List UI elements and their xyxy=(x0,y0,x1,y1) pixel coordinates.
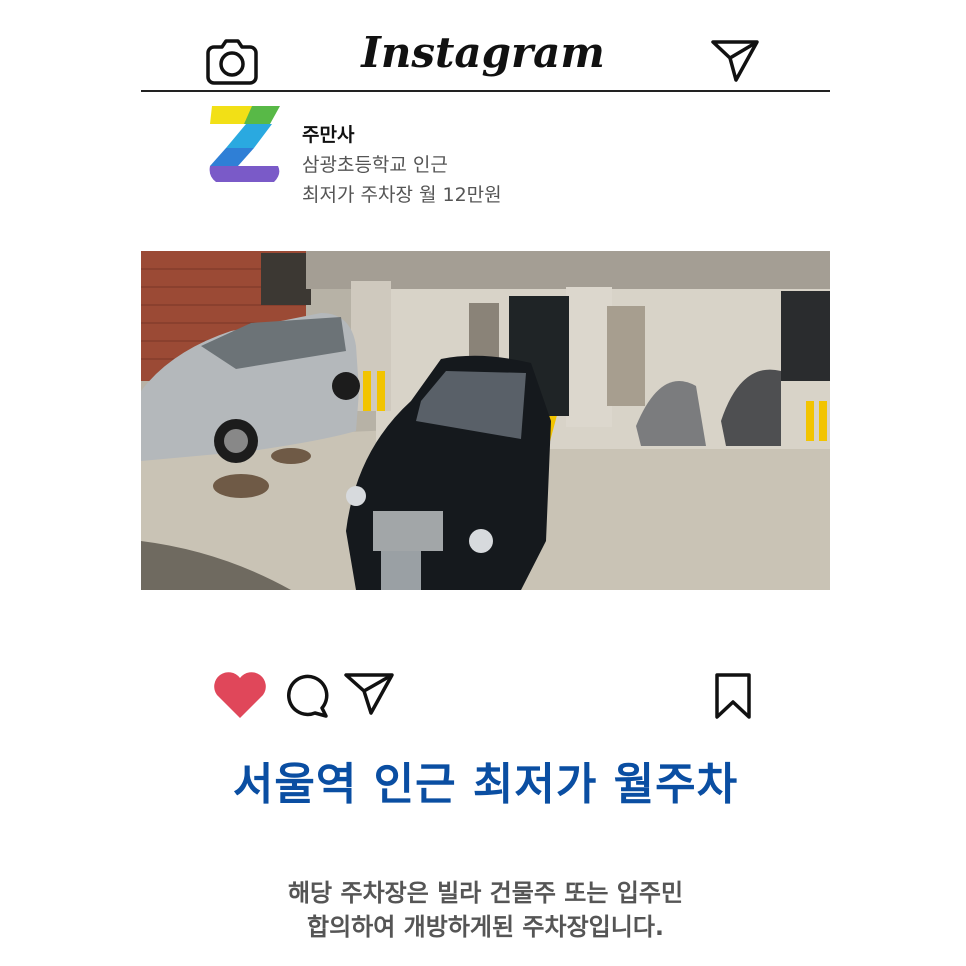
profile-price: 최저가 주차장 월 12만원 xyxy=(302,184,502,206)
paper-plane-icon[interactable] xyxy=(343,671,395,717)
app-title: Instagram xyxy=(361,28,605,77)
bookmark-icon[interactable] xyxy=(712,672,754,720)
post-headline: 서울역 인근 최저가 월주차 xyxy=(232,759,739,810)
paper-plane-icon[interactable] xyxy=(710,38,760,84)
camera-icon[interactable] xyxy=(206,39,258,85)
z-logo-icon[interactable] xyxy=(208,104,282,184)
post-caption-line1: 해당 주차장은 빌라 건물주 또는 입주민 xyxy=(287,879,684,907)
comment-icon[interactable] xyxy=(282,672,330,718)
profile-name[interactable]: 주만사 xyxy=(302,120,354,147)
profile-subtitle: 삼광초등학교 인근 xyxy=(302,154,448,176)
parking-lot-photo xyxy=(141,251,830,590)
header-divider xyxy=(141,90,830,92)
heart-icon[interactable] xyxy=(212,670,268,720)
post-caption-line2: 합의하여 개방하게된 주차장입니다. xyxy=(306,913,665,941)
